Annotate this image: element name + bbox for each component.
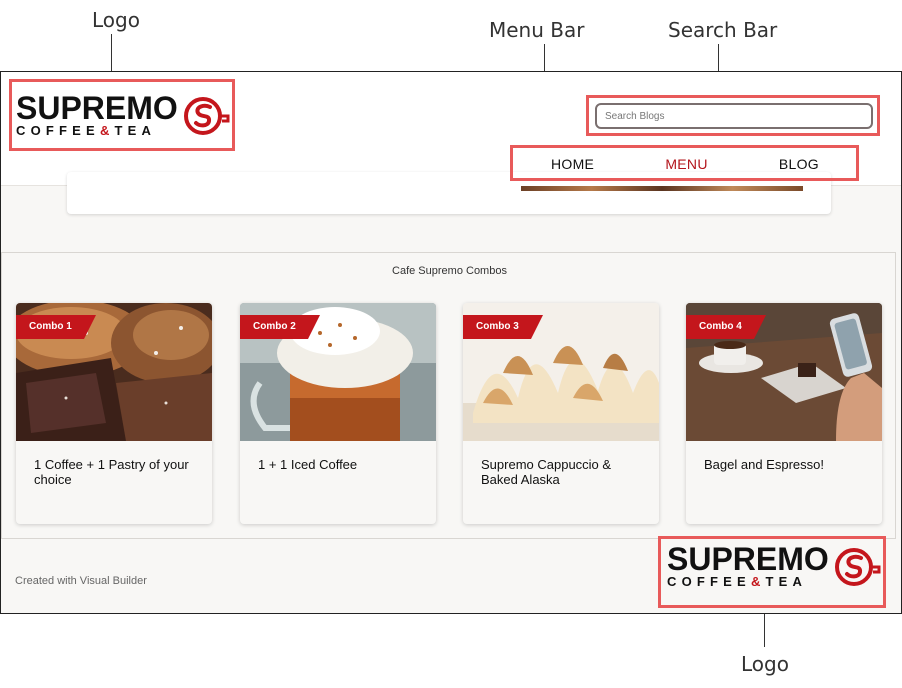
combo-card[interactable]: Combo 3 Supremo Cappuccio & Baked Alaska <box>463 303 659 524</box>
footer-credit[interactable]: Created with Visual Builder <box>15 575 147 587</box>
highlight-logo-bottom <box>658 536 886 608</box>
combo-description: Bagel and Espresso! <box>704 457 824 472</box>
section-title: Cafe Supremo Combos <box>392 265 507 277</box>
combo-description: Supremo Cappuccio & Baked Alaska <box>481 457 612 487</box>
combo-badge: Combo 3 <box>463 315 543 339</box>
annotation-menu-bar: Menu Bar <box>489 18 585 42</box>
annotation-logo-bottom: Logo <box>741 652 789 676</box>
annotation-search-bar: Search Bar <box>668 18 778 42</box>
combo-description: 1 Coffee + 1 Pastry of your choice <box>34 457 189 487</box>
highlight-menu-bar <box>510 145 859 181</box>
previous-section-image <box>521 186 803 191</box>
combo-badge: Combo 4 <box>686 315 766 339</box>
combo-badge: Combo 1 <box>16 315 96 339</box>
combo-description: 1 + 1 Iced Coffee <box>258 457 358 472</box>
highlight-logo-top <box>9 79 235 151</box>
highlight-search-bar <box>586 95 880 136</box>
combos-section: Cafe Supremo Combos Combo 1 1 Coffee + 1… <box>1 252 896 539</box>
combo-card[interactable]: Combo 4 Bagel and Espresso! <box>686 303 882 524</box>
combo-card[interactable]: Combo 1 1 Coffee + 1 Pastry of your choi… <box>16 303 212 524</box>
combo-badge: Combo 2 <box>240 315 320 339</box>
annotation-logo-top: Logo <box>92 8 140 32</box>
combo-card[interactable]: Combo 2 1 + 1 Iced Coffee <box>240 303 436 524</box>
